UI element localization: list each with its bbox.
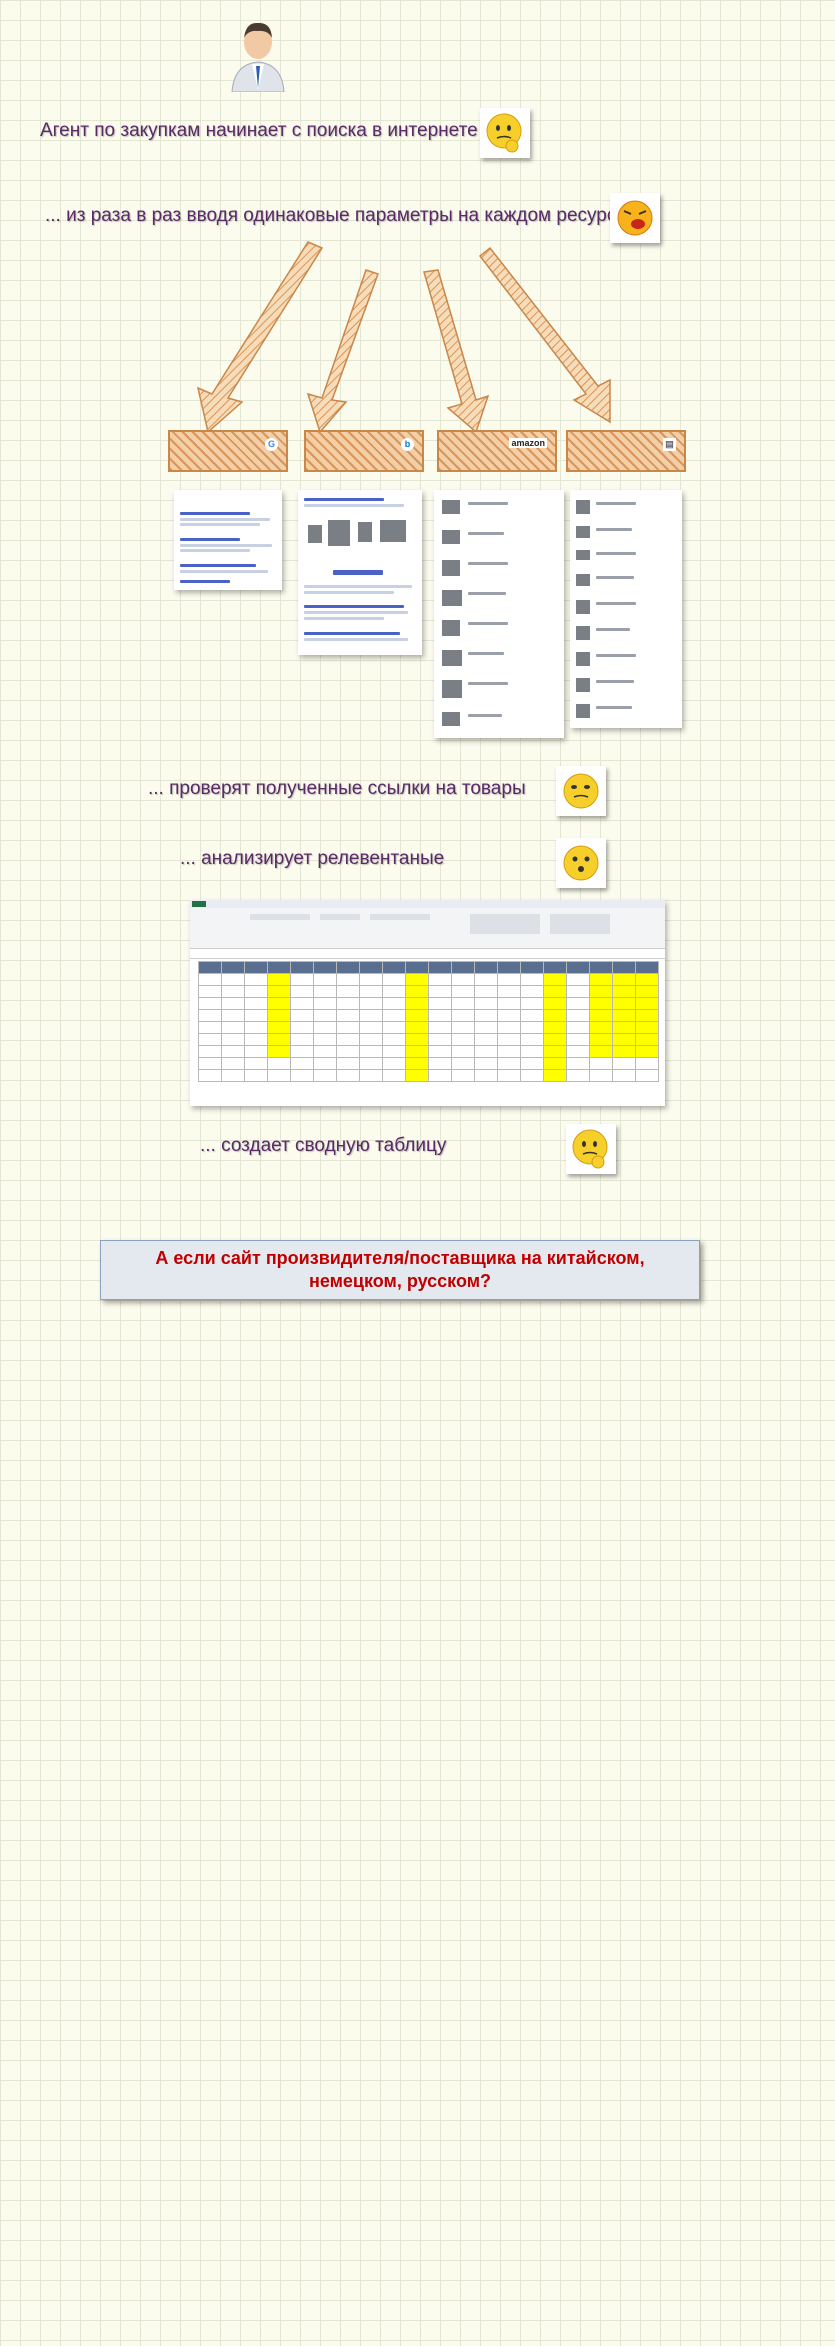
arrow-bing bbox=[306, 269, 379, 434]
thinking-emoji-icon bbox=[480, 108, 530, 158]
google-icon: G bbox=[265, 438, 278, 451]
bing-results-screenshot bbox=[298, 490, 422, 655]
google-results-screenshot bbox=[174, 490, 282, 590]
caption-params: ... из раза в раз вводя одинаковые парам… bbox=[45, 205, 627, 226]
source-bing[interactable]: b bbox=[304, 430, 424, 472]
question-line-2: немецком, русском? bbox=[308, 1271, 492, 1291]
source-google[interactable]: G bbox=[168, 430, 288, 472]
amazon-results-screenshot bbox=[434, 490, 564, 738]
amazon-label: amazon bbox=[509, 438, 547, 448]
caption-table: ... создает сводную таблицу bbox=[200, 1135, 447, 1156]
question-box: А если сайт произвидителя/поставщика на … bbox=[100, 1240, 700, 1300]
arrow-google bbox=[196, 241, 324, 434]
thinking-emoji-icon bbox=[566, 1124, 616, 1174]
caption-analyze: ... анализирует релевентаные bbox=[180, 848, 445, 869]
summary-spreadsheet-screenshot bbox=[190, 900, 665, 1106]
source-document[interactable]: ▤ bbox=[566, 430, 686, 472]
document-icon: ▤ bbox=[663, 438, 676, 451]
confused-emoji-icon bbox=[556, 766, 606, 816]
search-arrows bbox=[196, 241, 611, 434]
source-amazon[interactable]: amazon bbox=[437, 430, 557, 472]
arrow-amazon bbox=[423, 269, 490, 434]
wondering-emoji-icon bbox=[556, 838, 606, 888]
bing-icon: b bbox=[401, 438, 414, 451]
caption-verify: ... проверят полученные ссылки на товары bbox=[148, 778, 526, 799]
person-icon bbox=[228, 12, 288, 93]
arrow-doc bbox=[478, 246, 611, 424]
catalog-results-screenshot bbox=[570, 490, 682, 728]
question-line-1: А если сайт произвидителя/поставщика на … bbox=[155, 1248, 645, 1268]
caption-search: Агент по закупкам начинает с поиска в ин… bbox=[40, 120, 499, 141]
